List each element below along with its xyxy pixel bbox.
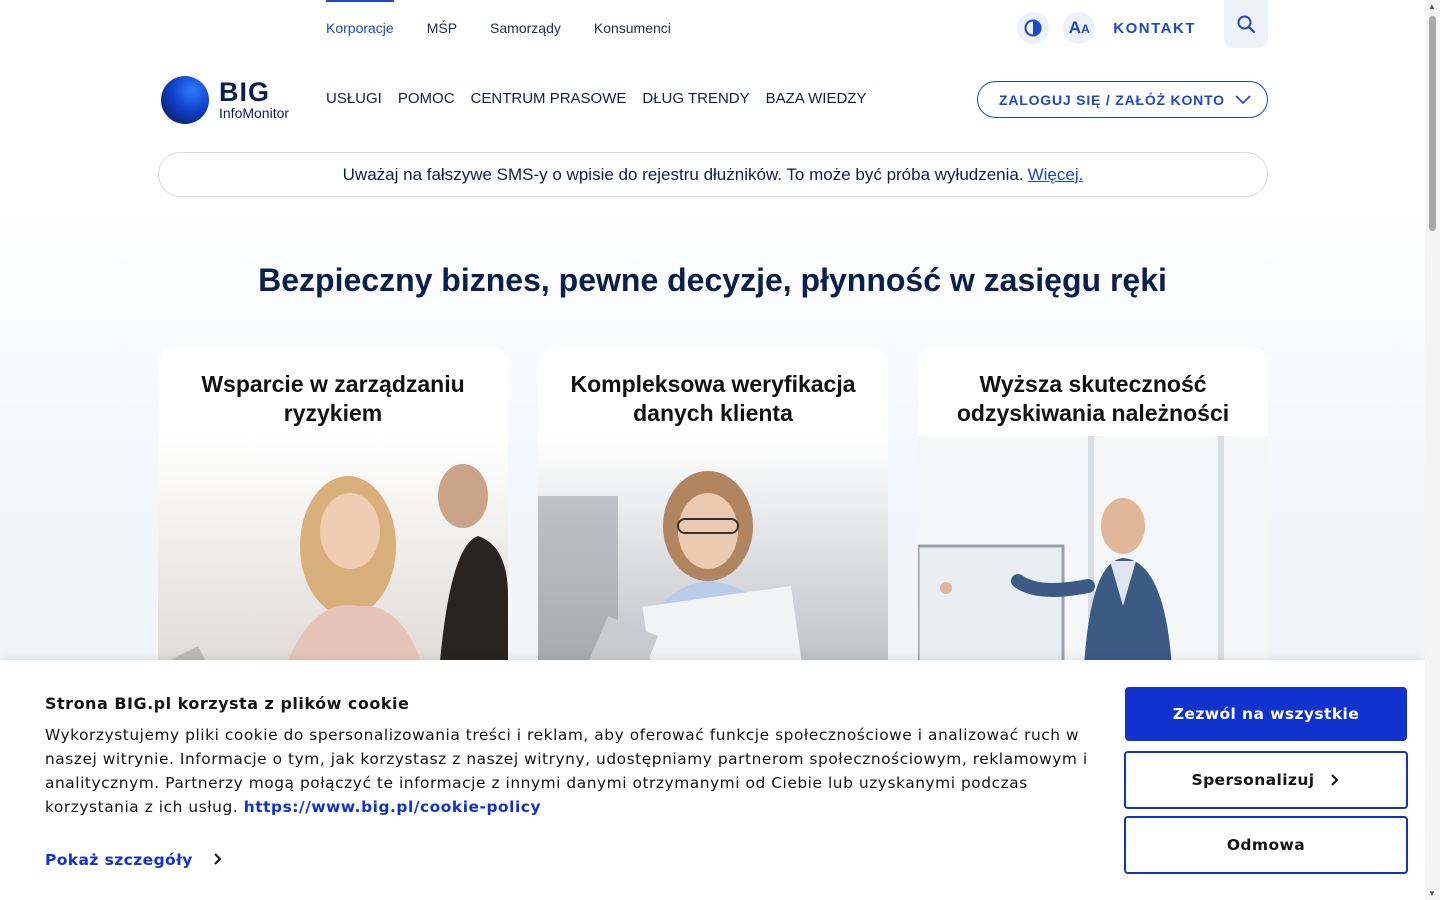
login-label: ZALOGUJ SIĘ / ZAŁÓŻ KONTO xyxy=(999,91,1225,108)
logo-sub: InfoMonitor xyxy=(219,105,290,121)
fraud-alert: Uważaj na fałszywe SMS-y o wpisie do rej… xyxy=(158,152,1268,197)
scroll-down-icon[interactable]: ▼ xyxy=(1428,889,1436,898)
chevron-down-icon xyxy=(1235,94,1251,104)
scroll-up-icon[interactable]: ▲ xyxy=(1428,2,1436,11)
personalize-button[interactable]: Spersonalizuj xyxy=(1124,751,1408,809)
chevron-right-icon xyxy=(213,853,221,865)
card-debt-recovery[interactable]: Wyższa skuteczność odzyskiwania należnoś… xyxy=(918,346,1268,686)
card-title: Wyższa skuteczność odzyskiwania należnoś… xyxy=(956,371,1230,426)
show-details-link[interactable]: Pokaż szczegóły xyxy=(45,851,223,869)
contrast-icon xyxy=(1024,19,1042,37)
nav-baza-wiedzy[interactable]: BAZA WIEDZY xyxy=(766,90,867,107)
segment-nav: Korporacje MŚP Samorządy Konsumenci xyxy=(326,0,704,56)
nav-uslugi[interactable]: USŁUGI xyxy=(326,90,382,107)
card-title: Kompleksowa weryfikacja danych klienta xyxy=(570,371,856,426)
alert-more-link[interactable]: Więcej. xyxy=(1028,165,1084,185)
card-verification[interactable]: Kompleksowa weryfikacja danych klienta xyxy=(538,346,888,686)
alert-text: Uważaj na fałszywe SMS-y o wpisie do rej… xyxy=(342,164,1024,184)
login-button[interactable]: ZALOGUJ SIĘ / ZAŁÓŻ KONTO xyxy=(977,81,1268,118)
logo[interactable]: BIG InfoMonitor xyxy=(161,76,289,124)
contrast-button[interactable] xyxy=(1017,12,1050,44)
font-size-icon: AA xyxy=(1068,18,1090,37)
search-icon xyxy=(1237,15,1256,34)
nav-pomoc[interactable]: POMOC xyxy=(398,90,455,107)
card-photo xyxy=(538,436,888,686)
deny-button[interactable]: Odmowa xyxy=(1124,816,1408,874)
logo-mark-icon xyxy=(161,76,209,124)
card-photo xyxy=(918,436,1268,686)
card-photo xyxy=(158,436,508,686)
logo-big: BIG xyxy=(219,77,271,107)
main-nav: USŁUGI POMOC CENTRUM PRASOWE DŁUG TRENDY… xyxy=(326,90,866,107)
segment-samorzady[interactable]: Samorządy xyxy=(490,0,561,56)
chevron-right-icon xyxy=(1331,774,1339,786)
allow-all-button[interactable]: Zezwól na wszystkie xyxy=(1125,687,1407,741)
hero-title: Bezpieczny biznes, pewne decyzje, płynno… xyxy=(258,262,1167,298)
nav-centrum-prasowe[interactable]: CENTRUM PRASOWE xyxy=(471,90,627,107)
cookie-banner: Strona BIG.pl korzysta z plików cookie W… xyxy=(0,660,1425,900)
card-title: Wsparcie w zarządzaniu ryzykiem xyxy=(201,371,465,426)
contact-link[interactable]: KONTAKT xyxy=(1113,20,1196,37)
cookie-policy-link[interactable]: https://www.big.pl/cookie-policy xyxy=(244,798,541,816)
page-scrollbar[interactable]: ▲ ▼ xyxy=(1425,0,1440,900)
font-size-button[interactable]: AA xyxy=(1063,12,1096,44)
card-risk[interactable]: Wsparcie w zarządzaniu ryzykiem xyxy=(158,346,508,686)
cookie-title: Strona BIG.pl korzysta z plików cookie xyxy=(45,694,410,713)
search-button[interactable] xyxy=(1224,0,1268,48)
utility-bar: AA KONTAKT xyxy=(1017,0,1268,56)
cookie-text: Wykorzystujemy pliki cookie do spersonal… xyxy=(45,726,1088,816)
scrollbar-thumb[interactable] xyxy=(1429,16,1436,231)
segment-msp[interactable]: MŚP xyxy=(427,0,457,56)
segment-konsumenci[interactable]: Konsumenci xyxy=(594,0,671,56)
segment-korporacje[interactable]: Korporacje xyxy=(326,0,394,56)
nav-dlug-trendy[interactable]: DŁUG TRENDY xyxy=(642,90,749,107)
